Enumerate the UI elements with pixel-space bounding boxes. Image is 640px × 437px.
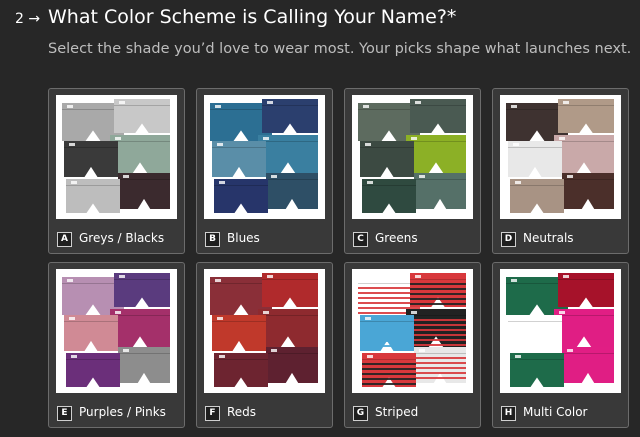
question-subtitle: Select the shade you’d love to wear most…: [48, 41, 632, 57]
question-title: What Color Scheme is Calling Your Name?*: [48, 6, 457, 28]
option-label-striped: Striped: [375, 405, 419, 419]
option-key-f: F: [205, 406, 220, 421]
option-label-greys-blacks: Greys / Blacks: [79, 231, 165, 245]
option-striped[interactable]: G Striped: [344, 262, 481, 428]
striped-underwear-image: [358, 273, 466, 387]
greys-blacks-image: [56, 95, 177, 219]
option-key-c: C: [353, 232, 368, 247]
option-reds[interactable]: F Reds: [196, 262, 333, 428]
option-label-neutrals: Neutrals: [523, 231, 574, 245]
multi-color-image: [500, 269, 621, 393]
purples-pinks-underwear-image: [62, 273, 170, 387]
option-multi-color[interactable]: H Multi Color: [492, 262, 629, 428]
reds-image: [204, 269, 325, 393]
multi-color-underwear-image: [506, 273, 614, 387]
greys-blacks-underwear-image: [62, 99, 170, 213]
striped-image: [352, 269, 473, 393]
reds-underwear-image: [210, 273, 318, 387]
option-key-h: H: [501, 406, 516, 421]
option-label-blues: Blues: [227, 231, 260, 245]
blues-underwear-image: [210, 99, 318, 213]
neutrals-image: [500, 95, 621, 219]
option-label-multi-color: Multi Color: [523, 405, 588, 419]
neutrals-underwear-image: [506, 99, 614, 213]
greens-image: [352, 95, 473, 219]
option-label-reds: Reds: [227, 405, 257, 419]
option-blues[interactable]: B Blues: [196, 88, 333, 254]
greens-underwear-image: [358, 99, 466, 213]
blues-image: [204, 95, 325, 219]
color-scheme-options: A Greys / Blacks B Blues C Greens D Neut…: [48, 88, 640, 437]
option-purples-pinks[interactable]: E Purples / Pinks: [48, 262, 185, 428]
option-key-a: A: [57, 232, 72, 247]
option-label-greens: Greens: [375, 231, 418, 245]
option-greens[interactable]: C Greens: [344, 88, 481, 254]
purples-pinks-image: [56, 269, 177, 393]
option-key-b: B: [205, 232, 220, 247]
option-key-e: E: [57, 406, 72, 421]
question-number: 2 →: [15, 11, 41, 27]
option-neutrals[interactable]: D Neutrals: [492, 88, 629, 254]
option-key-d: D: [501, 232, 516, 247]
option-key-g: G: [353, 406, 368, 421]
option-greys-blacks[interactable]: A Greys / Blacks: [48, 88, 185, 254]
option-label-purples-pinks: Purples / Pinks: [79, 405, 166, 419]
